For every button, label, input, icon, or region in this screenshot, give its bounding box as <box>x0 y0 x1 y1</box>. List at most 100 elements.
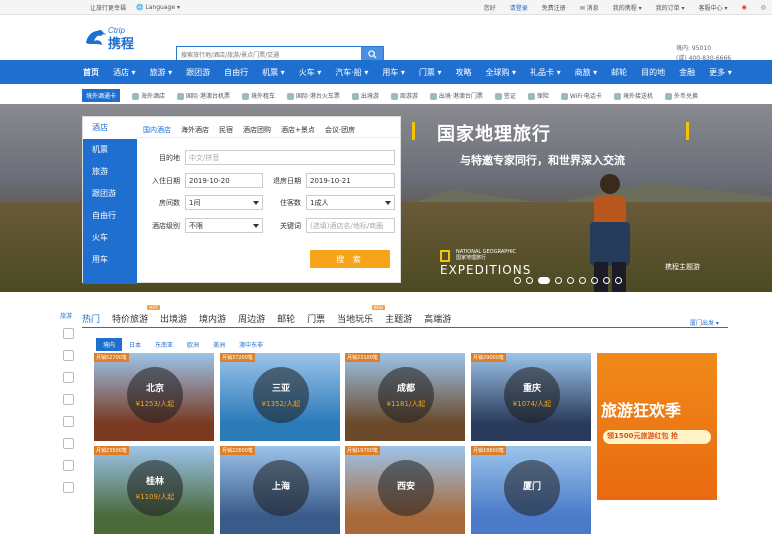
search-input[interactable]: 搜索旅行地/酒店/旅游/景点门票/交通 <box>177 47 361 61</box>
booking-side-tab[interactable]: 旅游 <box>83 161 137 183</box>
destination-input[interactable]: 中文/拼音 <box>185 150 395 165</box>
grid-icon[interactable] <box>63 460 74 471</box>
carousel-dot[interactable] <box>615 277 622 284</box>
carousel-dot[interactable] <box>514 277 521 284</box>
nav-item[interactable]: 首页 <box>83 67 99 78</box>
nav-item[interactable]: 礼品卡 ▾ <box>530 67 561 78</box>
region-tab[interactable]: 日本 <box>122 338 148 351</box>
booking-side-tab[interactable]: 自由行 <box>83 205 137 227</box>
nav-item[interactable]: 目的地 <box>641 67 665 78</box>
region-tab[interactable]: 欧洲 <box>180 338 206 351</box>
hotel-search-button[interactable]: 搜 索 <box>310 250 390 268</box>
booking-tab[interactable]: 会议·团房 <box>325 125 355 135</box>
help-link[interactable]: 客服中心 ▾ <box>699 3 728 12</box>
register-link[interactable]: 免费注册 <box>542 3 566 12</box>
nav-item[interactable]: 邮轮 <box>611 67 627 78</box>
nav-item[interactable]: 用车 ▾ <box>382 67 405 78</box>
subnav-item[interactable]: 国际·港台火车票 <box>286 91 340 100</box>
tour-card[interactable]: 月销23100笔 成都 ¥1181/人起 <box>345 353 465 441</box>
weibo-icon[interactable]: ◉ <box>742 4 747 11</box>
nav-item[interactable]: 更多 ▾ <box>709 67 732 78</box>
booking-tab[interactable]: 酒店+景点 <box>281 125 315 135</box>
tour-tab[interactable]: 邮轮 <box>277 312 295 325</box>
nav-item[interactable]: 金融 <box>679 67 695 78</box>
carousel-dot[interactable] <box>603 277 610 284</box>
subnav-item[interactable]: 周游游 <box>390 91 418 100</box>
location-icon[interactable] <box>63 394 74 405</box>
subnav-item[interactable]: 外币兑换 <box>664 91 698 100</box>
region-tab[interactable]: 境内 <box>96 338 123 351</box>
booking-tab[interactable]: 酒店团购 <box>243 125 271 135</box>
carousel-dot[interactable] <box>526 277 533 284</box>
subnav-item[interactable]: 签证 <box>494 91 516 100</box>
carousel-dot[interactable] <box>555 277 562 284</box>
booking-side-tab[interactable]: 酒店 <box>83 117 137 139</box>
tour-tab[interactable]: 热门 <box>82 312 100 325</box>
booking-tab[interactable]: 海外酒店 <box>181 125 209 135</box>
subnav-item[interactable]: 境外接送机 <box>613 91 653 100</box>
keyword-input[interactable]: (选填)酒店名/地标/商圈 <box>306 218 395 233</box>
tour-card[interactable]: 月销37200笔 三亚 ¥1352/人起 <box>220 353 340 441</box>
departure-selector[interactable]: 厦门出发 ▾ <box>690 318 719 327</box>
region-tab[interactable]: 东南亚 <box>148 338 180 351</box>
nav-item[interactable]: 攻略 <box>455 67 471 78</box>
tour-card[interactable]: 月销23500笔 桂林 ¥1109/人起 <box>94 446 214 534</box>
overseas-tag[interactable]: 境外酒通卡 <box>82 88 121 102</box>
nav-item[interactable]: 酒店 ▾ <box>113 67 136 78</box>
subnav-item[interactable]: 境外租车 <box>241 91 275 100</box>
booking-side-tab[interactable]: 火车 <box>83 227 137 249</box>
checkin-input[interactable]: 2019-10-20 <box>185 173 263 188</box>
bag-icon[interactable] <box>63 438 74 449</box>
region-tab[interactable]: 澳中东非 <box>232 338 270 351</box>
carousel-dot[interactable] <box>591 277 598 284</box>
nav-item[interactable]: 自由行 <box>224 67 248 78</box>
carousel-dot-active[interactable] <box>538 277 550 284</box>
subnav-item[interactable]: 保险 <box>527 91 549 100</box>
tour-card[interactable]: 月销18600笔 厦门 <box>471 446 591 534</box>
search-button[interactable] <box>361 47 383 61</box>
tour-tab[interactable]: 主题游 <box>385 312 412 325</box>
card-icon[interactable] <box>63 482 74 493</box>
hotel-icon[interactable] <box>63 328 74 339</box>
nav-item[interactable]: 汽车·船 ▾ <box>335 67 368 78</box>
tour-tab[interactable]: 高端游 <box>424 312 451 325</box>
booking-side-tab[interactable]: 机票 <box>83 139 137 161</box>
my-trips-link[interactable]: 我的携程 ▾ <box>613 3 642 12</box>
carousel-dot[interactable] <box>579 277 586 284</box>
nav-item[interactable]: 商旅 ▾ <box>575 67 598 78</box>
nav-item[interactable]: 旅游 ▾ <box>150 67 173 78</box>
subnav-item[interactable]: 海外酒店 <box>132 91 165 100</box>
booking-tab[interactable]: 国内酒店 <box>143 125 171 135</box>
nav-item[interactable]: 跟团游 <box>186 67 210 78</box>
rooms-select[interactable]: 1间 <box>185 195 263 210</box>
ctrip-logo[interactable]: Ctrip 携程 <box>84 21 154 53</box>
tour-tab[interactable]: 出境游 <box>160 312 187 325</box>
checkout-input[interactable]: 2019-10-21 <box>306 173 395 188</box>
subnav-item[interactable]: 国际·港澳台机票 <box>177 91 230 100</box>
car-icon[interactable] <box>63 372 74 383</box>
level-select[interactable]: 不限 <box>185 218 263 233</box>
tour-tab[interactable]: 周边游 <box>238 312 265 325</box>
ticket-icon[interactable] <box>63 416 74 427</box>
tour-card[interactable]: 月销19700笔 西安 <box>345 446 465 534</box>
booking-tab[interactable]: 民宿 <box>219 125 233 135</box>
nav-item[interactable]: 火车 ▾ <box>299 67 322 78</box>
subnav-item[interactable]: 出境游 <box>351 91 379 100</box>
tour-card[interactable]: 月销52700笔 北京 ¥1253/人起 <box>94 353 214 441</box>
tour-card[interactable]: 月销29000笔 重庆 ¥1074/人起 <box>471 353 591 441</box>
language-selector[interactable]: 🌐 Language ▾ <box>136 4 180 11</box>
carousel-dot[interactable] <box>567 277 574 284</box>
messages-link[interactable]: ✉ 消息 <box>580 3 599 12</box>
tour-card[interactable]: 月销22600笔 上海 <box>220 446 340 534</box>
subnav-item[interactable]: WiFi·电话卡 <box>560 91 602 100</box>
guests-select[interactable]: 1成人 <box>306 195 395 210</box>
nav-item[interactable]: 门票 ▾ <box>419 67 442 78</box>
subnav-item[interactable]: 出境·港澳台门票 <box>429 91 483 100</box>
wechat-icon[interactable]: ◎ <box>761 4 766 11</box>
nav-item[interactable]: 全球购 ▾ <box>485 67 516 78</box>
region-tab[interactable]: 美洲 <box>206 338 232 351</box>
plane-icon[interactable] <box>63 350 74 361</box>
login-link[interactable]: 请登录 <box>510 3 528 12</box>
nav-item[interactable]: 机票 ▾ <box>262 67 285 78</box>
promo-banner[interactable]: 旅游狂欢季 领1500元旅游红包 抢 <box>597 353 717 500</box>
